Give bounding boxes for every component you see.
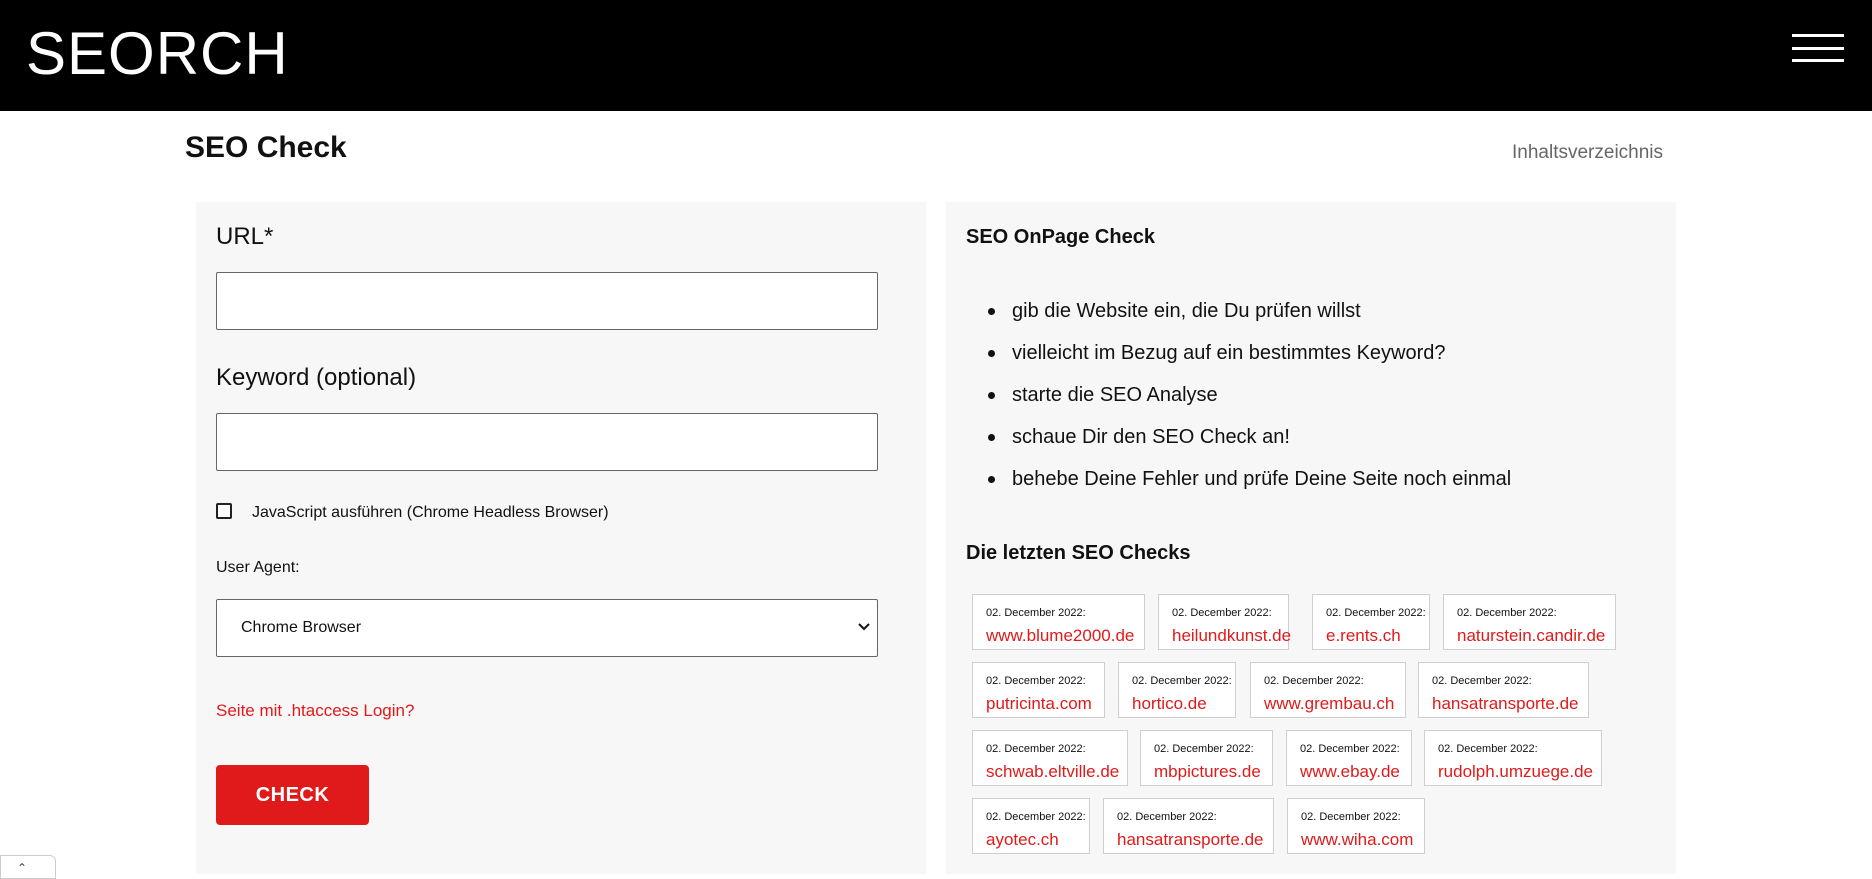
javascript-checkbox[interactable]	[216, 503, 232, 519]
check-domain: hortico.de	[1132, 694, 1207, 713]
check-domain: www.ebay.de	[1300, 762, 1400, 781]
check-domain: www.wiha.com	[1301, 830, 1414, 849]
recent-check-card[interactable]: 02. December 2022: hortico.de	[1118, 662, 1236, 718]
table-of-contents-link[interactable]: Inhaltsverzeichnis	[1512, 141, 1663, 165]
check-domain: www.grembau.ch	[1264, 694, 1395, 713]
bullet-icon	[988, 350, 995, 357]
menu-line	[1792, 47, 1844, 50]
recent-check-card[interactable]: 02. December 2022: putricinta.com	[972, 662, 1105, 718]
check-date: 02. December 2022:	[986, 607, 1086, 619]
url-input[interactable]	[216, 272, 878, 330]
keyword-input[interactable]	[216, 413, 878, 471]
recent-check-card[interactable]: 02. December 2022: naturstein.candir.de	[1443, 594, 1616, 650]
instruction-text: vielleicht im Bezug auf ein bestimmtes K…	[1012, 342, 1446, 364]
recent-check-card[interactable]: 02. December 2022: hansatransporte.de	[1418, 662, 1589, 718]
recent-check-card[interactable]: 02. December 2022: rudolph.umzuege.de	[1424, 730, 1602, 786]
instruction-item: starte die SEO Analyse	[966, 374, 1656, 416]
check-domain: e.rents.ch	[1326, 626, 1401, 645]
instruction-text: behebe Deine Fehler und prüfe Deine Seit…	[1012, 468, 1512, 490]
instruction-item: schaue Dir den SEO Check an!	[966, 416, 1656, 458]
seo-check-form-panel: URL* Keyword (optional) JavaScript ausfü…	[196, 202, 926, 874]
check-domain: putricinta.com	[986, 694, 1092, 713]
check-button[interactable]: CHECK	[216, 765, 369, 825]
user-agent-select[interactable]: Chrome Browser	[216, 599, 878, 657]
recent-checks-heading: Die letzten SEO Checks	[966, 542, 1191, 564]
recent-check-card[interactable]: 02. December 2022: e.rents.ch	[1312, 594, 1430, 650]
htaccess-login-link[interactable]: Seite mit .htaccess Login?	[216, 700, 414, 722]
top-navigation-bar: SEORCH	[0, 0, 1872, 111]
recent-check-card[interactable]: 02. December 2022: heilundkunst.de	[1158, 594, 1292, 650]
recent-check-card[interactable]: 02. December 2022: www.ebay.de	[1286, 730, 1412, 786]
check-date: 02. December 2022:	[1300, 743, 1400, 755]
check-domain: hansatransporte.de	[1117, 830, 1264, 849]
check-domain: ayotec.ch	[986, 830, 1059, 849]
recent-check-card[interactable]: 02. December 2022: www.blume2000.de	[972, 594, 1145, 650]
recent-check-card[interactable]: 02. December 2022: ayotec.ch	[972, 798, 1090, 854]
check-domain: mbpictures.de	[1154, 762, 1261, 781]
check-date: 02. December 2022:	[1264, 675, 1364, 687]
instruction-text: gib die Website ein, die Du prüfen wills…	[1012, 300, 1361, 322]
check-domain: www.blume2000.de	[986, 626, 1135, 645]
check-domain: naturstein.candir.de	[1457, 626, 1606, 645]
check-domain: schwab.eltville.de	[986, 762, 1120, 781]
check-date: 02. December 2022:	[986, 811, 1086, 823]
check-date: 02. December 2022:	[986, 743, 1086, 755]
scroll-to-top-tab[interactable]: ⌃	[0, 855, 56, 879]
recent-check-card[interactable]: 02. December 2022: schwab.eltville.de	[972, 730, 1128, 786]
keyword-label: Keyword (optional)	[216, 364, 417, 391]
recent-check-card[interactable]: 02. December 2022: hansatransporte.de	[1103, 798, 1274, 854]
hamburger-menu-icon[interactable]	[1792, 34, 1844, 64]
instruction-list: gib die Website ein, die Du prüfen wills…	[966, 290, 1656, 500]
recent-check-card[interactable]: 02. December 2022: mbpictures.de	[1140, 730, 1273, 786]
onpage-check-heading: SEO OnPage Check	[966, 226, 1155, 248]
instruction-item: behebe Deine Fehler und prüfe Deine Seit…	[966, 458, 1656, 500]
menu-line	[1792, 34, 1844, 37]
check-date: 02. December 2022:	[1117, 811, 1217, 823]
caret-up-icon: ⌃	[17, 861, 28, 875]
seo-info-panel: SEO OnPage Check gib die Website ein, di…	[946, 202, 1676, 874]
site-logo[interactable]: SEORCH	[26, 18, 289, 90]
instruction-text: starte die SEO Analyse	[1012, 384, 1218, 406]
instruction-item: gib die Website ein, die Du prüfen wills…	[966, 290, 1656, 332]
bullet-icon	[988, 308, 995, 315]
chevron-down-icon	[857, 618, 871, 636]
instruction-item: vielleicht im Bezug auf ein bestimmtes K…	[966, 332, 1656, 374]
check-date: 02. December 2022:	[1154, 743, 1254, 755]
url-label: URL*	[216, 223, 274, 250]
user-agent-selected-value: Chrome Browser	[241, 619, 362, 636]
user-agent-label: User Agent:	[216, 559, 300, 576]
check-date: 02. December 2022:	[1326, 607, 1426, 619]
check-date: 02. December 2022:	[1432, 675, 1532, 687]
javascript-checkbox-label[interactable]: JavaScript ausführen (Chrome Headless Br…	[252, 503, 609, 523]
menu-line	[1792, 59, 1844, 62]
bullet-icon	[988, 392, 995, 399]
check-domain: rudolph.umzuege.de	[1438, 762, 1594, 781]
check-date: 02. December 2022:	[1457, 607, 1557, 619]
page-title: SEO Check	[185, 131, 347, 164]
bullet-icon	[988, 434, 995, 441]
bullet-icon	[988, 476, 995, 483]
check-domain: heilundkunst.de	[1172, 626, 1292, 645]
check-date: 02. December 2022:	[1438, 743, 1538, 755]
check-date: 02. December 2022:	[986, 675, 1086, 687]
check-date: 02. December 2022:	[1172, 607, 1272, 619]
check-domain: hansatransporte.de	[1432, 694, 1579, 713]
recent-check-card[interactable]: 02. December 2022: www.wiha.com	[1287, 798, 1425, 854]
check-date: 02. December 2022:	[1132, 675, 1232, 687]
recent-check-card[interactable]: 02. December 2022: www.grembau.ch	[1250, 662, 1406, 718]
instruction-text: schaue Dir den SEO Check an!	[1012, 426, 1290, 448]
check-date: 02. December 2022:	[1301, 811, 1401, 823]
